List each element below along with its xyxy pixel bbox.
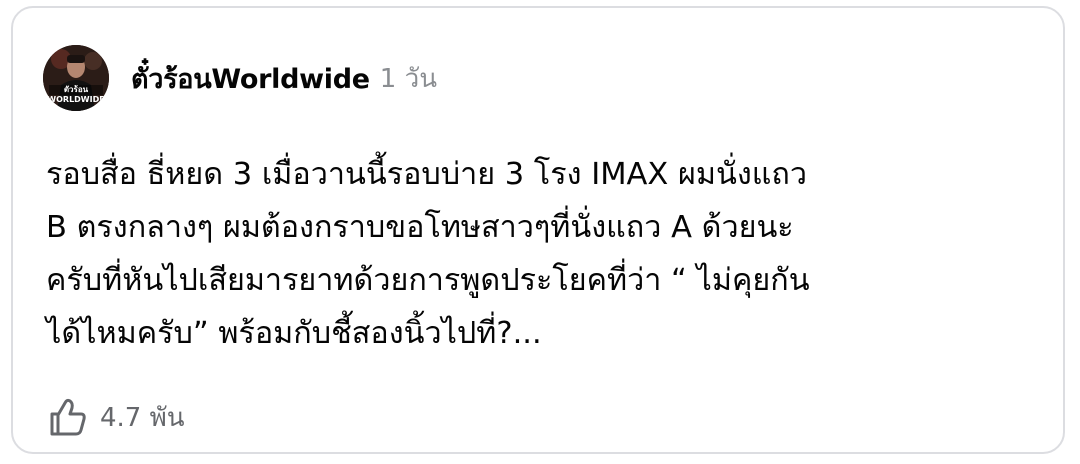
post-body: รอบสื่อ ธี่หยด 3 เมื่อวานนี้รอบบ่าย 3 โร…	[46, 157, 810, 351]
like-count[interactable]: 4.7 พัน	[100, 397, 185, 438]
author-name[interactable]: ตั๋วร้อนWorldwide	[131, 57, 370, 100]
avatar[interactable]: ตัวร้อน WORLDWIDE	[43, 45, 109, 111]
post-time[interactable]: 1 วัน	[380, 58, 437, 99]
post-card: ตัวร้อน WORLDWIDE ตั๋วร้อนWorldwide 1 วั…	[11, 6, 1065, 454]
avatar-label-top: ตัวร้อน	[64, 84, 89, 94]
thumbs-up-icon	[50, 398, 86, 436]
avatar-label-bottom: WORLDWIDE	[47, 95, 104, 104]
avatar-image: ตัวร้อน WORLDWIDE	[43, 45, 109, 111]
post-header: ตัวร้อน WORLDWIDE ตั๋วร้อนWorldwide 1 วั…	[43, 45, 437, 111]
like-button[interactable]: 4.7 พัน	[46, 394, 185, 440]
